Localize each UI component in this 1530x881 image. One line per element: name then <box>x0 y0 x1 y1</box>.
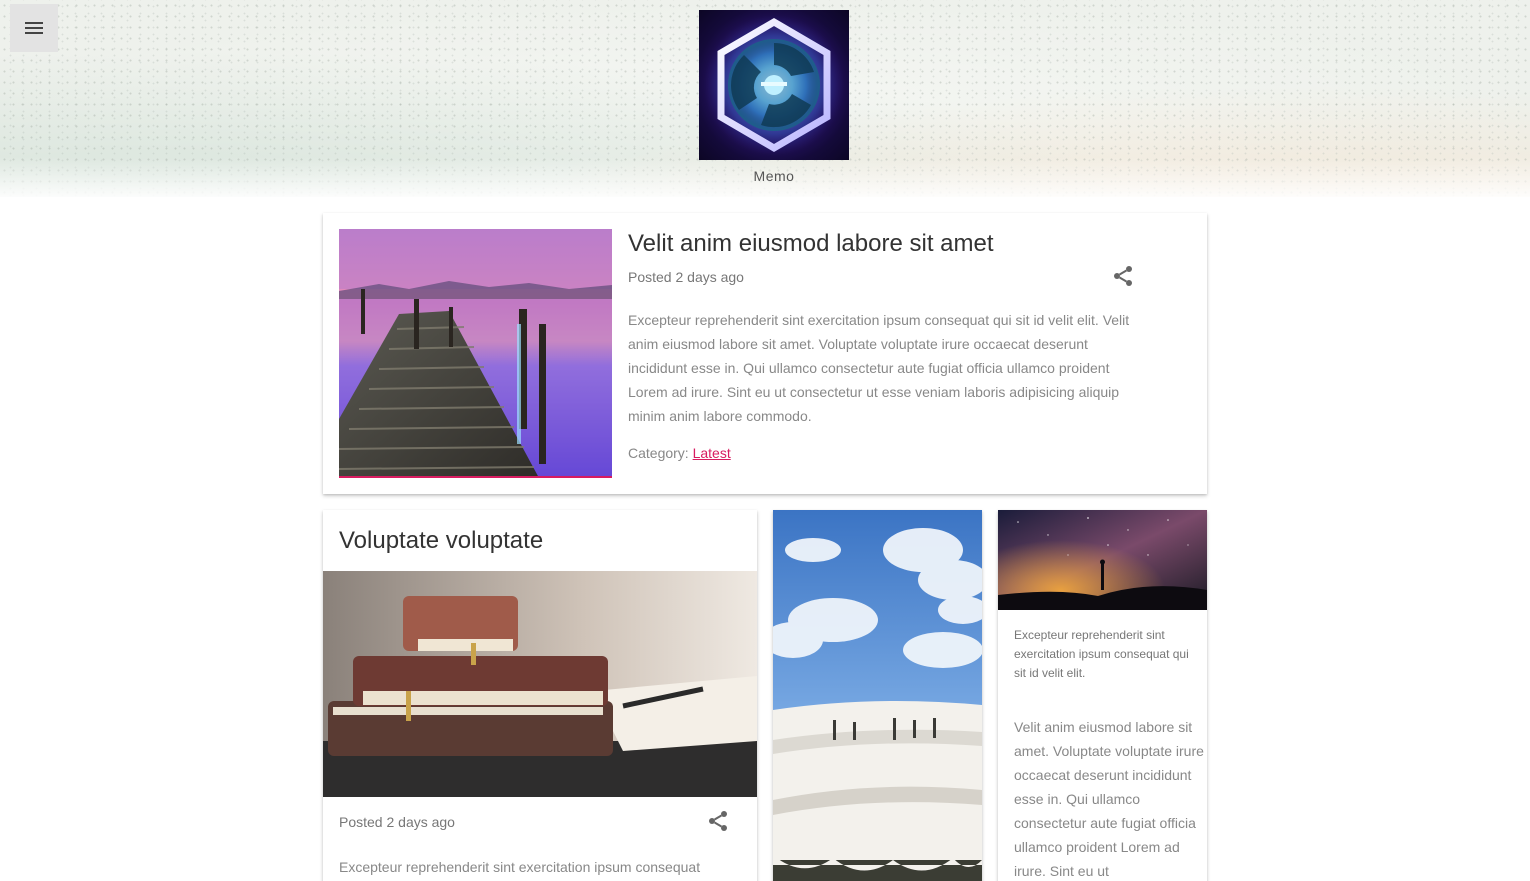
site-logo[interactable] <box>699 10 849 160</box>
category-label: Category: <box>628 445 689 461</box>
menu-button[interactable] <box>10 4 58 52</box>
featured-post-image[interactable] <box>339 229 612 478</box>
share-icon <box>1114 266 1132 286</box>
post-excerpt: Excepteur reprehenderit sint exercitatio… <box>339 859 701 875</box>
image-card <box>773 510 982 881</box>
featured-post-title[interactable]: Velit anim eiusmod labore sit amet <box>628 230 994 258</box>
sky-terraces-image[interactable] <box>773 510 982 881</box>
category-link[interactable]: Latest <box>693 445 731 461</box>
books-image <box>323 571 757 797</box>
featured-share-button[interactable] <box>1111 264 1135 288</box>
featured-post-excerpt: Excepteur reprehenderit sint exercitatio… <box>628 312 1130 424</box>
sky-terraces-photo <box>773 510 982 881</box>
hamburger-menu-icon <box>25 22 43 34</box>
post-summary: Excepteur reprehenderit sint exercitatio… <box>1014 628 1189 680</box>
post-body: Velit anim eiusmod labore sit amet. Volu… <box>1014 719 1204 879</box>
post-card-night: Excepteur reprehenderit sint exercitatio… <box>998 510 1207 881</box>
featured-post-category: Category: Latest <box>628 445 731 461</box>
post-title[interactable]: Voluptate voluptate <box>339 527 543 555</box>
pier-sunset-image <box>339 229 612 476</box>
featured-post-date: Posted 2 days ago <box>628 269 744 285</box>
share-button[interactable] <box>706 809 730 833</box>
milky-way-photo <box>998 510 1207 610</box>
post-card: Voluptate voluptate Posted 2 days ago Ex… <box>323 510 757 881</box>
hexagon-swirl-logo-icon <box>704 15 844 155</box>
share-icon <box>709 811 727 831</box>
featured-post-card: Velit anim eiusmod labore sit amet Poste… <box>323 213 1207 494</box>
post-image[interactable] <box>323 571 757 797</box>
night-sky-image[interactable] <box>998 510 1207 610</box>
site-name: Memo <box>753 168 795 184</box>
post-date: Posted 2 days ago <box>339 814 455 830</box>
